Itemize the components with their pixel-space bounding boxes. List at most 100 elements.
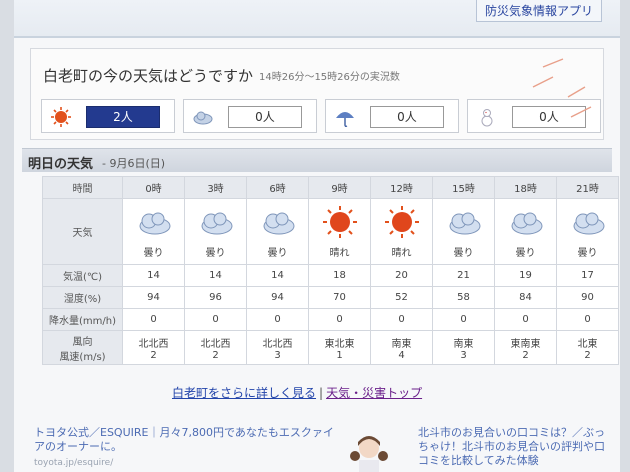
weather-cell: 曇り xyxy=(432,198,495,265)
vote-count: 2人 xyxy=(86,106,160,128)
temperature-label: 気温(℃) xyxy=(42,264,123,287)
wind-speed: 2 xyxy=(150,349,157,361)
current-weather-panel: 白老町の今の天気はどうですか 14時26分〜15時26分の実況数 2人 0人 0… xyxy=(30,48,604,140)
weather-cell: 曇り xyxy=(556,198,619,265)
hour-cell: 9時 xyxy=(308,176,371,199)
precipitation-cell: 0 xyxy=(432,308,495,331)
humidity-cell: 70 xyxy=(308,286,371,309)
wind-cell: 北北西 3 xyxy=(246,330,309,365)
weather-text: 曇り xyxy=(267,247,288,259)
vote-cloudy-button[interactable]: 0人 xyxy=(183,99,317,133)
cloud-icon xyxy=(193,111,213,125)
precipitation-cell: 0 xyxy=(122,308,185,331)
precipitation-cell: 0 xyxy=(246,308,309,331)
wind-direction: 南東 xyxy=(391,338,412,350)
wind-speed-label: 風速(m/s) xyxy=(59,351,106,363)
sun-icon xyxy=(322,205,358,242)
vote-count: 0人 xyxy=(228,106,302,128)
ad-left[interactable]: トヨタ公式／ESQUIRE｜月々7,800円であなたもエスクァイアのオーナーに。… xyxy=(34,426,334,470)
wind-direction: 北北西 xyxy=(200,338,231,350)
forecast-table: 時間 0時 3時 6時 9時 12時 15時 18時 21時 天気 曇り 曇り 曇り… xyxy=(42,176,619,365)
weather-text: 曇り xyxy=(515,247,536,259)
wind-direction: 東南東 xyxy=(510,338,541,350)
cloud-icon xyxy=(508,205,544,242)
weather-page: 白老町の今の天気はどうですか 14時26分〜15時26分の実況数 2人 0人 0… xyxy=(14,38,620,472)
app-banner-link[interactable]: 防災気象情報アプリ xyxy=(475,0,602,22)
ad-right-text[interactable]: 北斗市のお見合いの口コミは？／ぶっちゃけ！北斗市のお見合いの評判や口コミを比較し… xyxy=(418,426,608,468)
temperature-cell: 17 xyxy=(556,264,619,287)
temperature-cell: 19 xyxy=(494,264,557,287)
vote-sunny-button[interactable]: 2人 xyxy=(41,99,175,133)
footer-links: 白老町をさらに詳しく見る | 天気・災害トップ xyxy=(172,384,422,401)
wind-cell: 東北東 1 xyxy=(308,330,371,365)
weather-cell: 曇り xyxy=(494,198,557,265)
wind-cell: 北北西 2 xyxy=(184,330,247,365)
precipitation-row: 降水量(mm/h) 00000000 xyxy=(42,308,619,331)
decorative-illustration xyxy=(532,58,592,118)
wind-row: 風向 風速(m/s) 北北西 2 北北西 2 北北西 3 東北東 1 南東 4 南東 3 東南東 2 北東 2 xyxy=(42,330,619,365)
cloud-icon xyxy=(260,205,296,242)
weather-text: 晴れ xyxy=(391,247,412,259)
humidity-cell: 52 xyxy=(370,286,433,309)
current-weather-subtitle: 14時26分〜15時26分の実況数 xyxy=(259,72,400,83)
wind-direction-label: 風向 xyxy=(72,336,93,348)
cloud-icon xyxy=(198,205,234,242)
hour-cell: 18時 xyxy=(494,176,557,199)
top-banner: 防災気象情報アプリ xyxy=(14,0,620,38)
wind-direction: 南東 xyxy=(453,338,474,350)
humidity-cell: 58 xyxy=(432,286,495,309)
weather-cell: 曇り xyxy=(246,198,309,265)
weather-text: 曇り xyxy=(453,247,474,259)
humidity-cell: 84 xyxy=(494,286,557,309)
precipitation-cell: 0 xyxy=(370,308,433,331)
sun-icon xyxy=(384,205,420,242)
disaster-top-link[interactable]: 天気・災害トップ xyxy=(326,386,422,400)
temperature-cell: 14 xyxy=(122,264,185,287)
tomorrow-heading: 明日の天気 xyxy=(28,157,94,172)
humidity-cell: 90 xyxy=(556,286,619,309)
wind-label: 風向 風速(m/s) xyxy=(42,330,123,365)
tomorrow-date: - 9月6日(日) xyxy=(102,157,166,170)
hour-cell: 0時 xyxy=(122,176,185,199)
cloud-icon xyxy=(570,205,606,242)
weather-text: 曇り xyxy=(577,247,598,259)
detail-link[interactable]: 白老町をさらに詳しく見る xyxy=(172,386,316,400)
wind-speed: 4 xyxy=(398,349,405,361)
weather-cell: 曇り xyxy=(122,198,185,265)
wind-direction: 東北東 xyxy=(324,338,355,350)
sun-icon xyxy=(51,107,71,127)
hour-cell: 15時 xyxy=(432,176,495,199)
hour-cell: 6時 xyxy=(246,176,309,199)
wind-speed: 3 xyxy=(460,349,467,361)
wind-speed: 2 xyxy=(584,349,591,361)
wind-direction: 北北西 xyxy=(138,338,169,350)
vote-rainy-button[interactable]: 0人 xyxy=(325,99,459,133)
ad-left-url[interactable]: toyota.jp/esquire/ xyxy=(34,456,334,470)
humidity-row: 湿度(%) 94 96 94 70 52 58 84 90 xyxy=(42,286,619,309)
humidity-cell: 94 xyxy=(246,286,309,309)
cloud-icon xyxy=(136,205,172,242)
weather-label: 天気 xyxy=(42,198,123,265)
temperature-cell: 21 xyxy=(432,264,495,287)
ad-left-text[interactable]: トヨタ公式／ESQUIRE｜月々7,800円であなたもエスクァイアのオーナーに。 xyxy=(34,426,334,454)
hour-row: 時間 0時 3時 6時 9時 12時 15時 18時 21時 xyxy=(42,176,619,199)
snowman-icon xyxy=(481,109,493,127)
precipitation-cell: 0 xyxy=(494,308,557,331)
wind-cell: 北東 2 xyxy=(556,330,619,365)
wind-cell: 南東 4 xyxy=(370,330,433,365)
weather-cell: 晴れ xyxy=(370,198,433,265)
weather-row: 天気 曇り 曇り 曇り 晴れ 晴れ 曇り 曇り 曇り xyxy=(42,198,619,265)
temperature-cell: 14 xyxy=(184,264,247,287)
temperature-cell: 20 xyxy=(370,264,433,287)
weather-cell: 晴れ xyxy=(308,198,371,265)
wind-direction: 北東 xyxy=(577,338,598,350)
wind-cell: 東南東 2 xyxy=(494,330,557,365)
hour-cell: 12時 xyxy=(370,176,433,199)
ad-right[interactable]: 北斗市のお見合いの口コミは？／ぶっちゃけ！北斗市のお見合いの評判や口コミを比較し… xyxy=(418,426,608,468)
weather-text: 晴れ xyxy=(329,247,350,259)
wind-cell: 南東 3 xyxy=(432,330,495,365)
wind-speed: 3 xyxy=(274,349,281,361)
weather-text: 曇り xyxy=(143,247,164,259)
temperature-cell: 14 xyxy=(246,264,309,287)
ad-person-image[interactable] xyxy=(344,432,394,472)
